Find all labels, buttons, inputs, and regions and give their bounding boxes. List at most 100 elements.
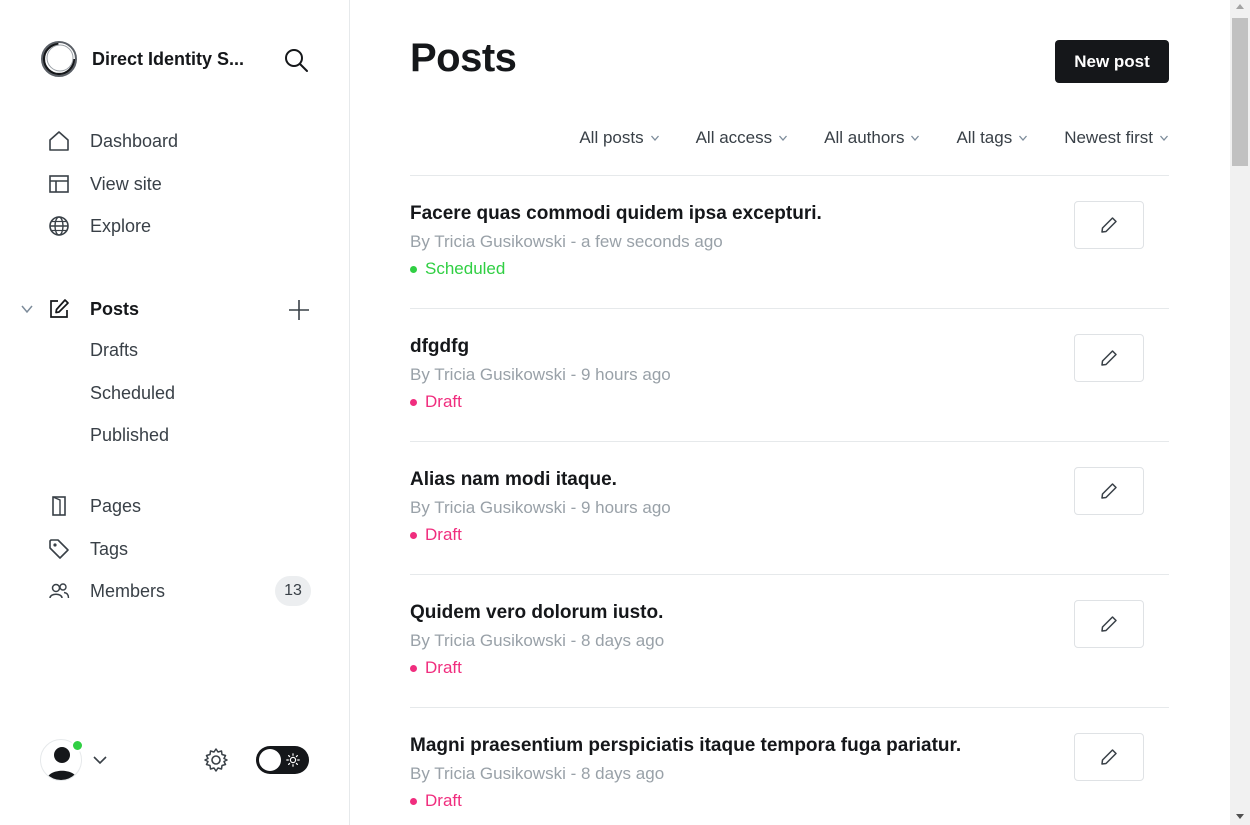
status-dot — [410, 398, 417, 406]
status-label: Draft — [425, 658, 462, 677]
status-dot — [410, 797, 417, 805]
site-logo-icon — [41, 41, 77, 77]
status-badge: Draft — [410, 392, 462, 412]
page-icon — [46, 493, 72, 519]
toggle-knob — [259, 749, 281, 771]
edit-post-button[interactable] — [1074, 467, 1144, 515]
scroll-down-arrow-icon[interactable] — [1236, 814, 1244, 819]
status-label: Draft — [425, 392, 462, 411]
chevron-down-icon — [911, 135, 920, 141]
sidebar: Direct Identity S... Dashboard View site… — [0, 0, 350, 825]
online-status-dot — [71, 739, 84, 752]
filter-order[interactable]: Newest first — [1064, 128, 1169, 148]
post-title[interactable]: Facere quas commodi quidem ipsa exceptur… — [410, 203, 822, 225]
status-label: Draft — [425, 525, 462, 544]
status-badge: Scheduled — [410, 259, 505, 279]
chevron-down-icon — [779, 135, 788, 141]
new-post-button[interactable]: New post — [1055, 40, 1169, 83]
nav-dashboard-label: Dashboard — [90, 130, 179, 151]
layout-icon — [46, 171, 72, 197]
plus-icon[interactable] — [286, 297, 312, 323]
pencil-icon — [1101, 749, 1117, 765]
nav-dashboard[interactable]: Dashboard — [46, 128, 178, 154]
theme-toggle[interactable] — [256, 746, 309, 774]
post-meta: By Tricia Gusikowski - a few seconds ago — [410, 232, 723, 251]
post-title[interactable]: Alias nam modi itaque. — [410, 469, 617, 491]
chevron-down-icon[interactable] — [18, 300, 36, 318]
pencil-icon — [1101, 217, 1117, 233]
filter-bar: All posts All access All authors All tag… — [543, 128, 1169, 148]
post-title[interactable]: Quidem vero dolorum iusto. — [410, 602, 663, 624]
post-title[interactable]: Magni praesentium perspiciatis itaque te… — [410, 735, 961, 757]
filter-tags-label: All tags — [956, 128, 1013, 147]
globe-icon — [46, 213, 72, 239]
pencil-icon — [1101, 350, 1117, 366]
post-meta: By Tricia Gusikowski - 8 days ago — [410, 631, 665, 650]
filter-access-label: All access — [695, 128, 773, 147]
filter-type-label: All posts — [579, 128, 644, 147]
filter-type[interactable]: All posts — [579, 128, 659, 148]
page-title: Posts — [410, 36, 517, 80]
filter-order-label: Newest first — [1064, 128, 1153, 147]
vertical-scrollbar[interactable] — [1230, 0, 1250, 825]
scroll-up-arrow-icon[interactable] — [1236, 4, 1244, 9]
filter-tags[interactable]: All tags — [956, 128, 1028, 148]
home-icon — [46, 128, 72, 154]
nav-explore-label: Explore — [90, 215, 152, 236]
nav-posts[interactable]: Posts — [46, 296, 139, 322]
nav-view-site-label: View site — [90, 173, 162, 194]
filter-access[interactable]: All access — [696, 128, 789, 148]
post-title[interactable]: dfgdfg — [410, 336, 469, 358]
list-item[interactable]: Quidem vero dolorum iusto. By Tricia Gus… — [410, 574, 1169, 707]
tag-icon — [46, 536, 72, 562]
nav-pages[interactable]: Pages — [46, 493, 141, 519]
nav-tags[interactable]: Tags — [46, 536, 128, 562]
pencil-icon — [1101, 616, 1117, 632]
nav-posts-label: Posts — [90, 298, 140, 319]
status-label: Draft — [425, 791, 462, 810]
edit-post-button[interactable] — [1074, 733, 1144, 781]
chevron-down-icon — [1160, 135, 1168, 141]
list-item[interactable]: dfgdfg By Tricia Gusikowski - 9 hours ag… — [410, 308, 1169, 441]
post-list: Facere quas commodi quidem ipsa exceptur… — [410, 175, 1169, 825]
list-item[interactable]: Magni praesentium perspiciatis itaque te… — [410, 707, 1169, 825]
pencil-square-icon — [46, 296, 72, 322]
list-item[interactable]: Facere quas commodi quidem ipsa exceptur… — [410, 175, 1169, 308]
nav-scheduled[interactable]: Scheduled — [90, 383, 175, 404]
nav-pages-label: Pages — [90, 495, 142, 516]
members-count-badge: 13 — [275, 576, 311, 606]
nav-explore[interactable]: Explore — [46, 213, 151, 239]
chevron-down-icon — [1019, 135, 1028, 141]
filter-authors-label: All authors — [824, 128, 905, 147]
status-dot — [410, 664, 417, 672]
status-label: Scheduled — [425, 259, 506, 278]
site-title: Direct Identity S... — [92, 48, 245, 69]
nav-members-label: Members — [90, 580, 166, 601]
edit-post-button[interactable] — [1074, 334, 1144, 382]
chevron-down-icon[interactable] — [92, 752, 108, 768]
brand[interactable]: Direct Identity S... — [40, 40, 257, 78]
chevron-down-icon — [650, 135, 659, 141]
nav-members[interactable]: Members — [46, 578, 165, 604]
scroll-thumb[interactable] — [1232, 18, 1248, 166]
post-meta: By Tricia Gusikowski - 9 hours ago — [410, 365, 671, 384]
post-meta: By Tricia Gusikowski - 9 hours ago — [410, 498, 671, 517]
sun-icon — [286, 753, 300, 767]
members-icon — [46, 578, 72, 604]
nav-drafts[interactable]: Drafts — [90, 340, 138, 361]
search-icon[interactable] — [283, 47, 309, 73]
status-dot — [410, 531, 417, 539]
edit-post-button[interactable] — [1074, 201, 1144, 249]
nav-view-site[interactable]: View site — [46, 171, 162, 197]
status-badge: Draft — [410, 658, 462, 678]
gear-icon[interactable] — [203, 747, 229, 773]
status-dot — [410, 265, 417, 273]
edit-post-button[interactable] — [1074, 600, 1144, 648]
status-badge: Draft — [410, 791, 462, 811]
nav-tags-label: Tags — [90, 538, 129, 559]
list-item[interactable]: Alias nam modi itaque. By Tricia Gusikow… — [410, 441, 1169, 574]
pencil-icon — [1101, 483, 1117, 499]
status-badge: Draft — [410, 525, 462, 545]
filter-authors[interactable]: All authors — [824, 128, 920, 148]
nav-published[interactable]: Published — [90, 425, 169, 446]
